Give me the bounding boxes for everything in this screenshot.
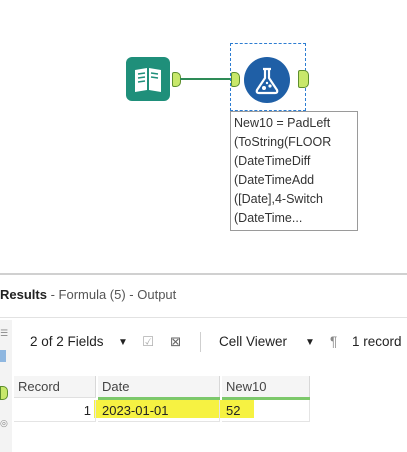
results-title: Results - Formula (5) - Output <box>0 287 176 302</box>
dropdown-arrow-icon[interactable]: ▼ <box>305 337 315 348</box>
info-icon[interactable]: ◎ <box>0 418 9 429</box>
cell-new10[interactable]: 52 <box>222 400 310 422</box>
toolbar-separator <box>200 332 201 352</box>
annotation-line: (DateTimeAdd <box>234 173 315 187</box>
column-header-date[interactable]: Date <box>98 376 220 398</box>
menu-icon[interactable]: ☰ <box>0 328 9 339</box>
flask-formula-icon <box>255 67 279 95</box>
annotation-line: (DateTimeDiff <box>234 154 311 168</box>
annotation-line: (ToString(FLOOR <box>234 135 332 149</box>
table-icon[interactable] <box>0 350 6 362</box>
clear-icon[interactable]: ⊠ <box>170 334 181 350</box>
cell-record[interactable]: 1 <box>14 400 96 422</box>
results-panel: Results - Formula (5) - Output ☰ ◎ 2 of … <box>0 273 407 452</box>
pilcrow-icon[interactable]: ¶ <box>330 334 337 349</box>
panel-divider <box>0 273 407 275</box>
fields-selector[interactable]: 2 of 2 Fields <box>30 334 104 349</box>
connection-line[interactable] <box>180 78 232 80</box>
results-sidebar: ☰ ◎ <box>0 320 12 452</box>
results-toolbar: 2 of 2 Fields ▼ ☑ ⊠ Cell Viewer ▼ ¶ 1 re… <box>14 330 407 354</box>
tool-annotation: New10 = PadLeft (ToString(FLOOR (DateTim… <box>230 111 358 231</box>
formula-output-anchor[interactable] <box>298 70 309 88</box>
results-title-bold: Results <box>0 287 47 302</box>
input-data-tool[interactable] <box>126 57 170 101</box>
cell-viewer-button[interactable]: Cell Viewer <box>219 334 287 349</box>
record-count: 1 record <box>352 334 402 349</box>
column-header-record[interactable]: Record <box>14 376 96 398</box>
cell-date[interactable]: 2023-01-01 <box>98 400 220 422</box>
checkbox-icon[interactable]: ☑ <box>142 334 154 350</box>
anchor-select-icon[interactable] <box>0 386 8 400</box>
formula-tool[interactable] <box>244 57 290 103</box>
workflow-canvas[interactable]: New10 = PadLeft (ToString(FLOOR (DateTim… <box>0 0 407 270</box>
results-title-rest: - Formula (5) - Output <box>46 287 177 302</box>
title-divider <box>0 317 407 318</box>
annotation-line: ([Date],4-Switch <box>234 192 323 206</box>
dropdown-arrow-icon[interactable]: ▼ <box>118 337 128 348</box>
column-header-new10[interactable]: New10 <box>222 376 310 398</box>
book-input-icon <box>135 68 161 92</box>
annotation-line: New10 = PadLeft <box>234 116 331 130</box>
annotation-line: (DateTime... <box>234 211 303 225</box>
